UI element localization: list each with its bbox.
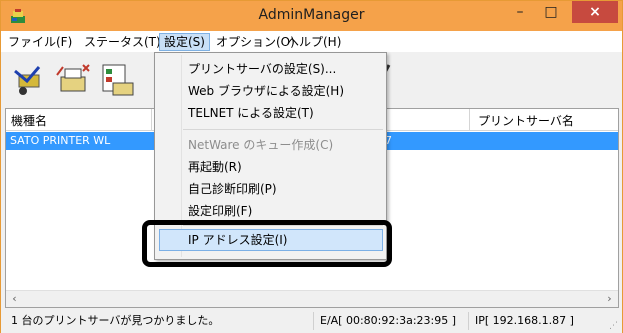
column-header-server-name[interactable]: プリントサーバ名 bbox=[478, 112, 574, 129]
menu-bar: ファイル(F) ステータス(T) 設定(S) オプション(O) ヘルプ(H) bbox=[1, 31, 622, 52]
menu-item-web-browser-settings[interactable]: Web ブラウザによる設定(H) bbox=[188, 81, 344, 101]
menu-item-print-server-settings[interactable]: プリントサーバの設定(S)... bbox=[188, 59, 336, 79]
status-bar: 1 台のプリントサーバが見つかりました。 E/A[ 00:80:92:3a:23… bbox=[1, 309, 622, 333]
printer-settings-button[interactable] bbox=[97, 57, 139, 103]
menu-item-restart[interactable]: 再起動(R) bbox=[188, 157, 242, 177]
status-message: 1 台のプリントサーバが見つかりました。 bbox=[11, 314, 220, 327]
maximize-button[interactable]: □ bbox=[537, 1, 565, 23]
title-bar[interactable]: AdminManager – □ × bbox=[1, 1, 622, 31]
menu-separator bbox=[183, 129, 383, 130]
menu-item-telnet-settings[interactable]: TELNET による設定(T) bbox=[188, 103, 314, 123]
search-printer-button[interactable] bbox=[9, 57, 51, 103]
column-divider[interactable] bbox=[151, 109, 152, 131]
scroll-left-icon[interactable]: ‹ bbox=[6, 291, 23, 307]
menu-status[interactable]: ステータス(T) bbox=[80, 33, 165, 51]
menu-item-settings-print[interactable]: 設定印刷(F) bbox=[188, 201, 252, 221]
close-button[interactable]: × bbox=[572, 1, 618, 23]
column-header-model[interactable]: 機種名 bbox=[11, 112, 47, 129]
horizontal-scrollbar[interactable]: ‹ › bbox=[6, 290, 618, 307]
menu-item-self-test-print[interactable]: 自己診断印刷(P) bbox=[188, 179, 277, 199]
printer-network-icon bbox=[56, 64, 90, 92]
menu-settings[interactable]: 設定(S) bbox=[159, 33, 210, 51]
resize-grip-icon[interactable]: ⋰ bbox=[609, 321, 619, 331]
highlight-callout-box bbox=[142, 220, 392, 267]
scroll-right-icon[interactable]: › bbox=[601, 291, 618, 307]
menu-item-netware-queue: NetWare のキュー作成(C) bbox=[188, 138, 334, 152]
network-printer-button[interactable] bbox=[53, 57, 95, 103]
menu-file[interactable]: ファイル(F) bbox=[4, 33, 76, 51]
row-model: SATO PRINTER WL bbox=[10, 134, 111, 147]
menu-help[interactable]: ヘルプ(H) bbox=[283, 33, 345, 51]
status-ip-address: IP[ 192.168.1.87 ] bbox=[468, 312, 608, 330]
column-divider[interactable] bbox=[469, 109, 470, 131]
printer-settings-icon bbox=[102, 64, 134, 96]
status-mac-address: E/A[ 00:80:92:3a:23:95 ] bbox=[313, 312, 463, 330]
search-printer-icon bbox=[14, 66, 41, 95]
admin-manager-window: AdminManager – □ × ファイル(F) ステータス(T) 設定(S… bbox=[0, 0, 623, 333]
minimize-button[interactable]: – bbox=[506, 1, 534, 23]
